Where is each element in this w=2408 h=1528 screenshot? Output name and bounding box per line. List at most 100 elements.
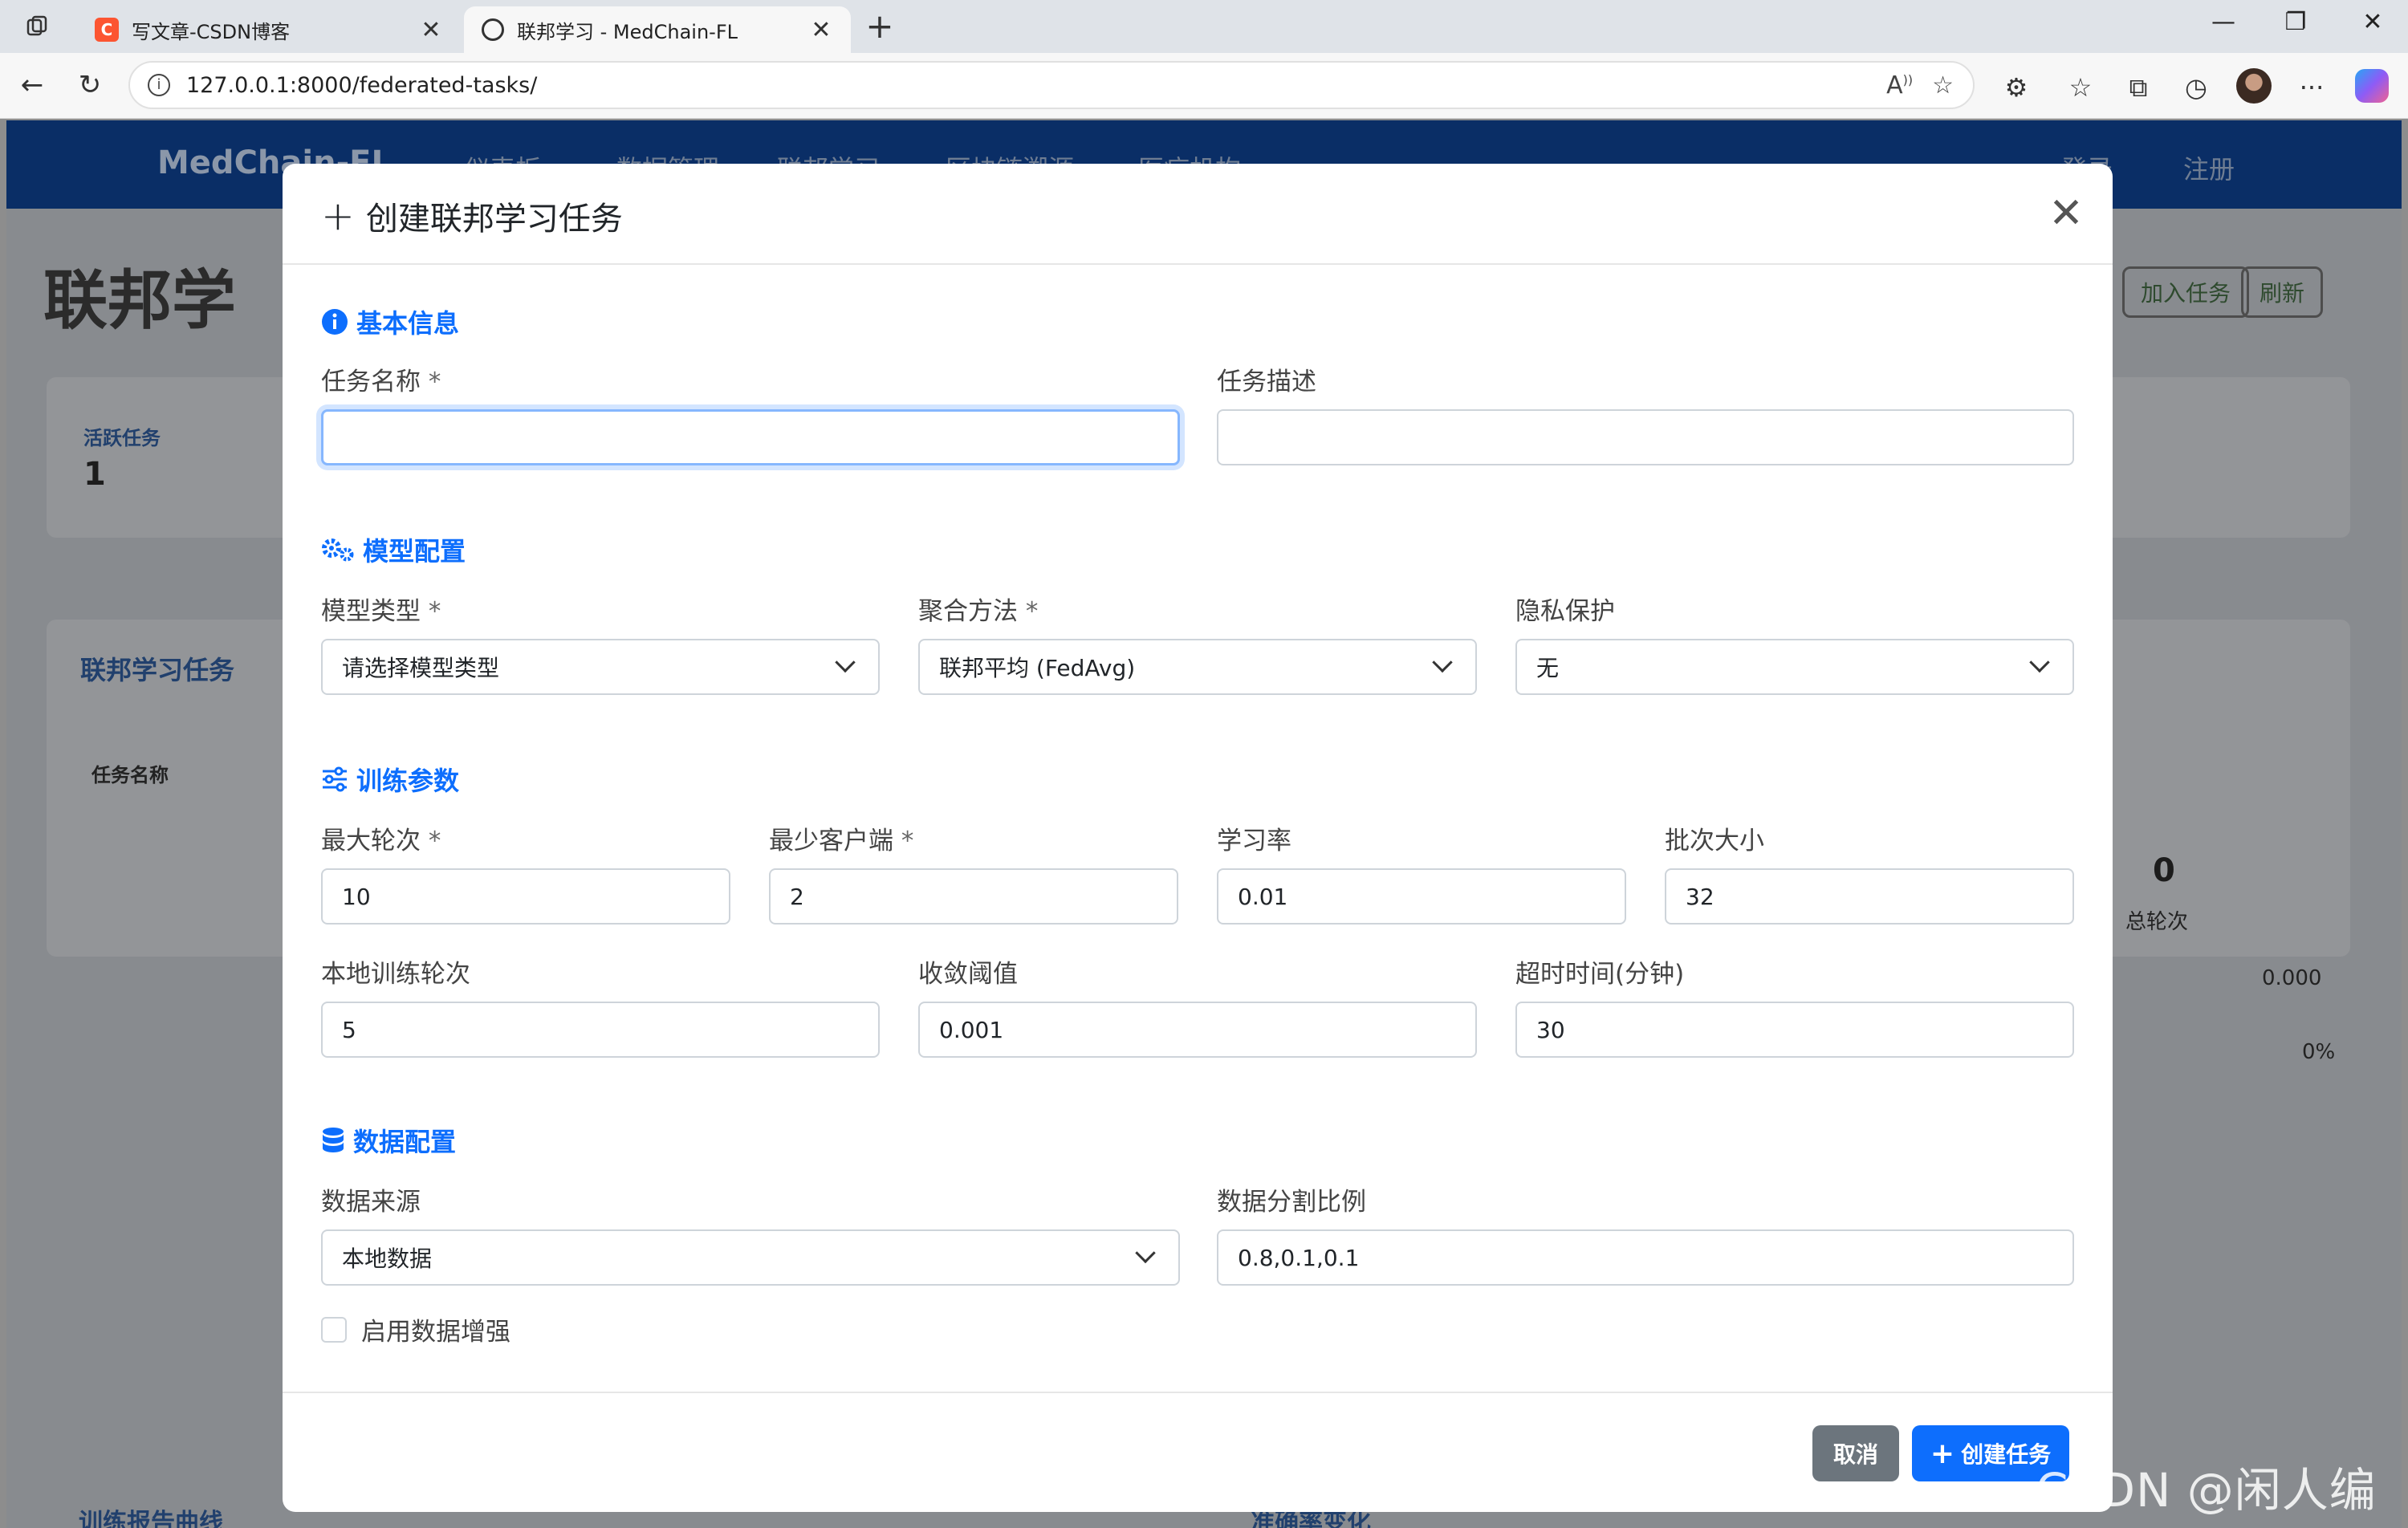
convergence-label: 收敛阈值 (918, 960, 1018, 989)
tab-medchain[interactable]: 联邦学习 - MedChain-FL ✕ (464, 6, 851, 53)
local-epochs-input[interactable]: 5 (321, 1002, 880, 1058)
sliders-icon (321, 766, 348, 792)
page-title: 联邦学 (43, 263, 236, 338)
register-link[interactable]: 注册 (2183, 149, 2235, 186)
info-circle-icon (321, 308, 348, 335)
browser-tab-bar: C 写文章-CSDN博客 ✕ 联邦学习 - MedChain-FL ✕ + — … (0, 0, 2408, 53)
url-text: 127.0.0.1:8000/federated-tasks/ (186, 72, 538, 98)
favorites-icon[interactable]: ☆ (2063, 72, 2098, 103)
model-type-label: 模型类型 * (321, 597, 441, 626)
reload-icon[interactable]: ↻ (72, 67, 108, 103)
chevron-down-icon (1135, 1242, 1156, 1264)
collections-icon[interactable]: ⧉ (2121, 72, 2156, 104)
timeout-label: 超时时间(分钟) (1515, 960, 1685, 989)
batch-size-input[interactable]: 32 (1665, 868, 2074, 925)
extensions-icon[interactable]: ⚙ (1999, 72, 2034, 103)
learning-rate-label: 学习率 (1217, 827, 1291, 855)
progress-value: 0% (2302, 1040, 2336, 1064)
model-type-select[interactable]: 请选择模型类型 (321, 639, 880, 695)
rounds-value: 0 (2153, 852, 2175, 889)
favorite-star-icon[interactable]: ☆ (1932, 71, 1954, 100)
task-name-label: 任务名称 * (321, 368, 441, 396)
data-source-select[interactable]: 本地数据 (321, 1229, 1180, 1286)
create-task-modal: + 创建联邦学习任务 ✕ 基本信息 任务名称 * 任务描述 模型配置 模型类型 … (283, 164, 2113, 1512)
chevron-down-icon (1432, 652, 1453, 673)
tab-close-icon[interactable]: ✕ (809, 16, 833, 44)
select-value: 本地数据 (342, 1246, 433, 1272)
close-icon[interactable]: ✕ (2045, 193, 2087, 234)
read-aloud-icon[interactable]: A)) (1886, 71, 1913, 100)
cancel-button[interactable]: 取消 (1812, 1425, 1899, 1481)
workspaces-icon[interactable] (22, 11, 53, 42)
tab-title: 联邦学习 - MedChain-FL (517, 20, 738, 43)
tab-csdn[interactable]: C 写文章-CSDN博客 ✕ (77, 6, 461, 53)
tab-title: 写文章-CSDN博客 (132, 20, 291, 43)
select-value: 请选择模型类型 (342, 655, 500, 681)
tab-close-icon[interactable]: ✕ (419, 16, 443, 44)
data-source-label: 数据来源 (321, 1188, 421, 1217)
stat-label: 活跃任务 (83, 427, 161, 449)
min-clients-label: 最少客户端 * (769, 827, 914, 855)
stat-value: 1 (83, 456, 106, 493)
augmentation-checkbox[interactable] (321, 1316, 347, 1343)
augmentation-label: 启用数据增强 (361, 1318, 510, 1347)
learning-rate-input[interactable]: 0.01 (1217, 868, 1626, 925)
url-field[interactable]: i 127.0.0.1:8000/federated-tasks/ A)) ☆ (128, 61, 1975, 109)
aggregation-select[interactable]: 联邦平均 (FedAvg) (918, 639, 1477, 695)
modal-footer: 取消 + 创建任务 (283, 1392, 2113, 1512)
section-data-config: 数据配置 (321, 1122, 456, 1159)
convergence-input[interactable]: 0.001 (918, 1002, 1477, 1058)
section-title: 模型配置 (363, 536, 466, 567)
min-clients-input[interactable]: 2 (769, 868, 1178, 925)
refresh-button[interactable]: 刷新 (2241, 266, 2324, 318)
timeout-input[interactable]: 30 (1515, 1002, 2074, 1058)
max-rounds-input[interactable]: 10 (321, 868, 730, 925)
plus-icon: + (1930, 1437, 1955, 1470)
copilot-icon[interactable] (2355, 69, 2389, 103)
restore-icon[interactable]: ❐ (2272, 8, 2320, 36)
task-desc-input[interactable] (1217, 409, 2074, 465)
address-bar: ← ↻ i 127.0.0.1:8000/federated-tasks/ A)… (0, 53, 2408, 119)
privacy-select[interactable]: 无 (1515, 639, 2074, 695)
watermark: CSDN @闲人编程 (2036, 1463, 2377, 1518)
local-epochs-label: 本地训练轮次 (321, 960, 470, 989)
chevron-down-icon (835, 652, 856, 673)
modal-title-text: 创建联邦学习任务 (365, 201, 623, 238)
modal-title: + 创建联邦学习任务 (321, 193, 623, 239)
batch-size-label: 批次大小 (1665, 827, 1764, 855)
back-icon[interactable]: ← (14, 67, 50, 103)
section-title: 数据配置 (353, 1127, 457, 1157)
chevron-down-icon (2029, 652, 2050, 673)
data-split-input[interactable]: 0.8,0.1,0.1 (1217, 1229, 2074, 1286)
globe-icon (482, 18, 504, 41)
plus-icon: + (321, 193, 355, 239)
data-split-label: 数据分割比例 (1217, 1188, 1366, 1217)
section-training-params: 训练参数 (321, 761, 459, 798)
site-info-icon[interactable]: i (148, 74, 170, 96)
window-close-icon[interactable]: ✕ (2349, 8, 2397, 36)
csdn-favicon-icon: C (95, 18, 119, 42)
history-icon[interactable]: ◷ (2178, 72, 2214, 103)
section-title: 训练参数 (356, 766, 460, 796)
minimize-icon[interactable]: — (2199, 8, 2247, 36)
chart-card-title: 训练报告曲线 (79, 1509, 223, 1528)
augmentation-option[interactable]: 启用数据增强 (321, 1311, 510, 1347)
task-name-input[interactable] (321, 409, 1180, 465)
join-task-button[interactable]: 加入任务 (2122, 266, 2250, 318)
modal-header: + 创建联邦学习任务 ✕ (283, 164, 2113, 265)
metric-value: 0.000 (2262, 966, 2322, 990)
task-list-title: 联邦学习任务 (80, 655, 235, 685)
aggregation-label: 聚合方法 * (918, 597, 1039, 626)
table-header: 任务名称 (92, 764, 169, 786)
gears-icon (321, 537, 355, 563)
task-desc-label: 任务描述 (1217, 368, 1316, 396)
select-value: 联邦平均 (FedAvg) (939, 655, 1136, 681)
section-model-config: 模型配置 (321, 531, 466, 568)
section-basic-info: 基本信息 (321, 303, 459, 340)
profile-avatar[interactable] (2236, 68, 2272, 104)
rounds-label: 总轮次 (2125, 910, 2189, 934)
new-tab-icon[interactable]: + (862, 6, 897, 46)
max-rounds-label: 最大轮次 * (321, 827, 441, 855)
section-title: 基本信息 (356, 308, 460, 339)
more-menu-icon[interactable]: ··· (2294, 72, 2329, 103)
